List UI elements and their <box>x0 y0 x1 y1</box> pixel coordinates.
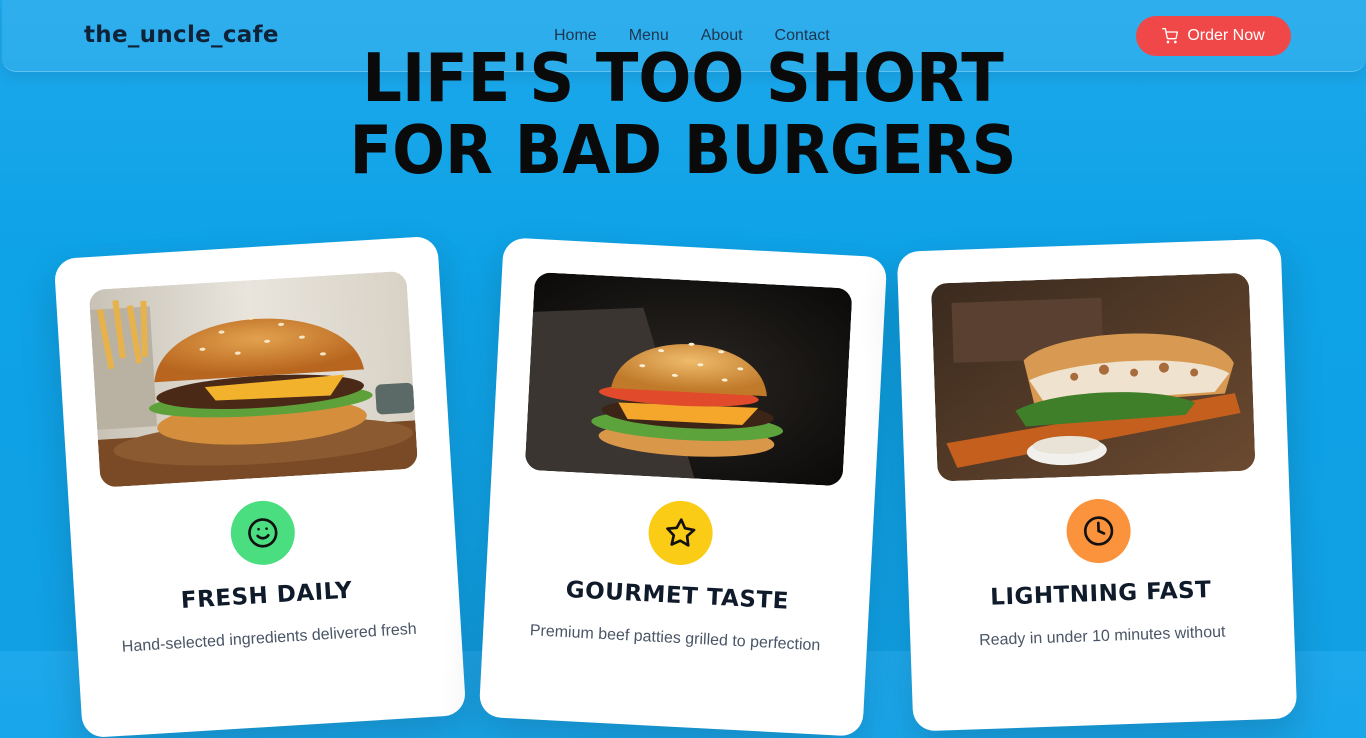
card-title: LIGHTNING FAST <box>908 574 1293 613</box>
card-text: Ready in under 10 minutes without <box>940 619 1265 654</box>
feature-card-fresh-daily: FRESH DAILY Hand-selected ingredients de… <box>54 236 467 738</box>
feature-card-lightning-fast: LIGHTNING FAST Ready in under 10 minutes… <box>897 238 1298 731</box>
card-text: Hand-selected ingredients delivered fres… <box>107 617 432 661</box>
hero-heading: LIFE'S TOO SHORT FOR BAD BURGERS <box>0 42 1366 186</box>
card-text: Premium beef patties grilled to perfecti… <box>513 618 838 659</box>
sandwich-image <box>931 273 1256 482</box>
star-icon <box>647 499 714 566</box>
clock-icon <box>1066 498 1132 564</box>
card-title: GOURMET TASTE <box>485 573 870 619</box>
smile-icon <box>229 499 297 567</box>
cheeseburger-image <box>525 272 853 486</box>
feature-card-gourmet-taste: GOURMET TASTE Premium beef patties grill… <box>479 237 888 736</box>
hero-line-1: LIFE'S TOO SHORT <box>48 42 1318 114</box>
burger-fries-image <box>89 271 418 488</box>
hero-line-2: FOR BAD BURGERS <box>48 114 1318 186</box>
card-title: FRESH DAILY <box>74 571 459 620</box>
